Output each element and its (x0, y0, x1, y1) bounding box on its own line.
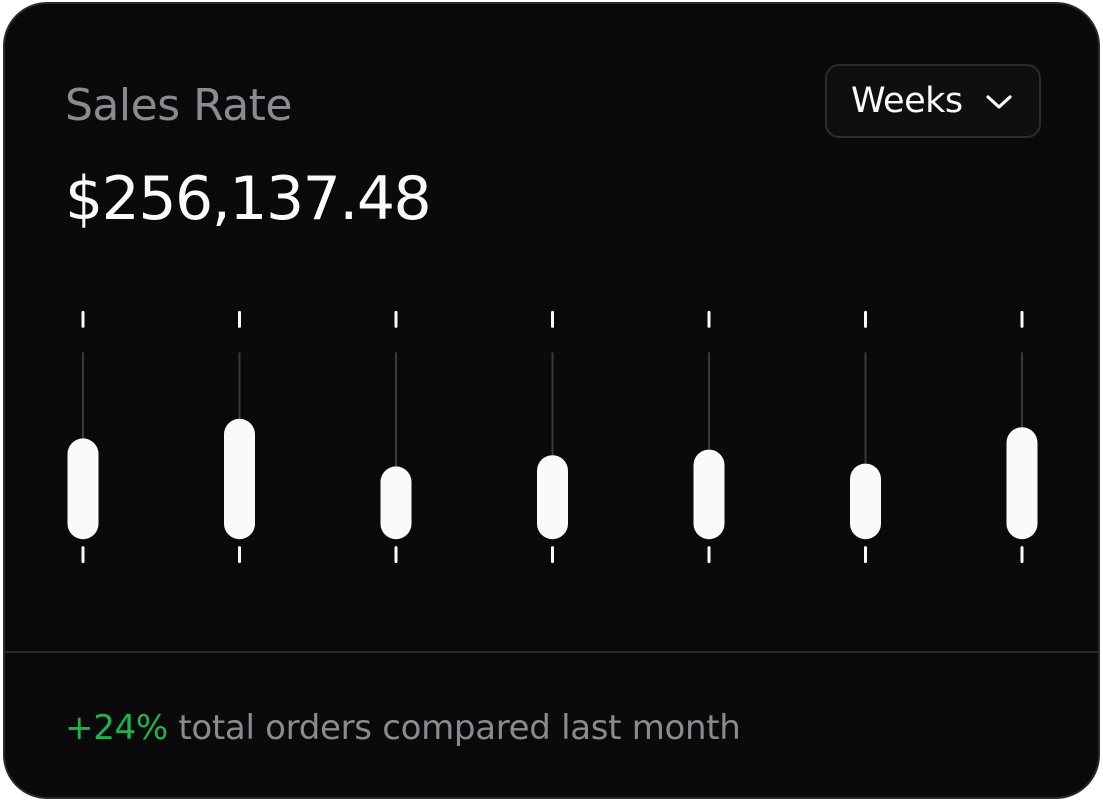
candle-6 (850, 310, 881, 564)
sales-amount: $256,137.48 (65, 164, 432, 234)
candle-1 (67, 310, 99, 564)
period-dropdown-label: Weeks (851, 81, 963, 121)
candle-body (537, 455, 568, 540)
chevron-down-icon (986, 95, 1012, 109)
candle-5 (693, 310, 725, 564)
card-title: Sales Rate (65, 80, 293, 131)
candle-3 (380, 310, 412, 564)
candle-body (224, 418, 255, 540)
candle-4 (537, 310, 568, 564)
sales-rate-card: Sales Rate $256,137.48 Weeks +24% total … (3, 2, 1100, 799)
candlestick-chart (67, 310, 1038, 564)
orders-change-description: total orders compared last month (167, 708, 741, 748)
footer-divider (5, 651, 1098, 653)
candle-body (380, 466, 412, 540)
candle-body (1006, 427, 1038, 540)
footer-summary: +24% total orders compared last month (65, 706, 741, 750)
orders-change-percent: +24% (65, 708, 168, 748)
candle-body (850, 463, 881, 540)
candle-7 (1006, 310, 1038, 564)
candle-body (693, 449, 725, 540)
candle-2 (224, 310, 255, 564)
candle-body (67, 438, 99, 540)
period-dropdown[interactable]: Weeks (825, 64, 1041, 138)
